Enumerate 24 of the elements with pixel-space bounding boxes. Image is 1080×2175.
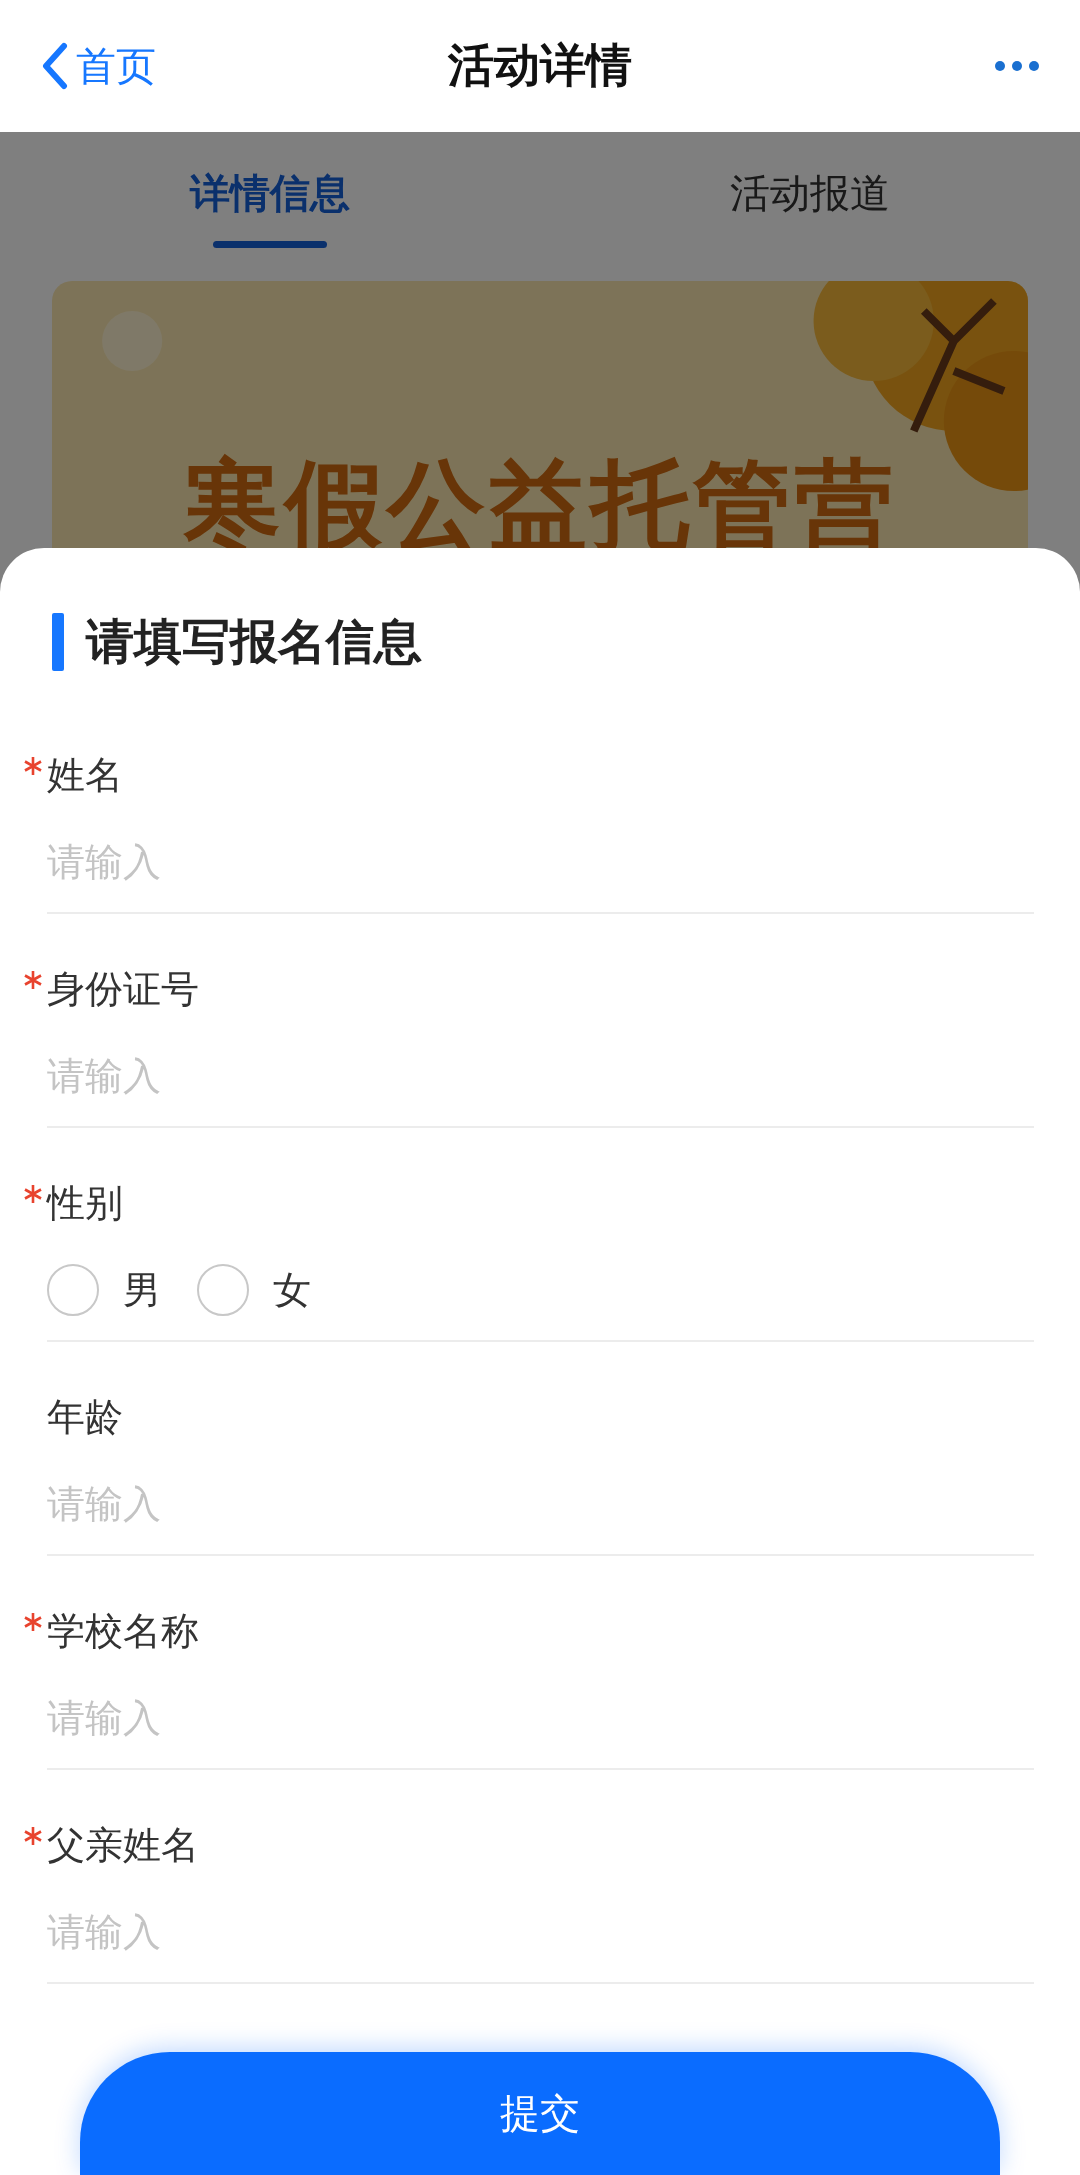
radio-option[interactable]: 男 [47, 1264, 161, 1316]
more-icon[interactable] [994, 60, 1040, 72]
field-label: 父亲姓名 [47, 1822, 199, 1868]
input-field[interactable]: 请输入 [47, 1908, 1034, 1956]
page-title: 活动详情 [448, 38, 632, 92]
field-label: 学校名称 [47, 1608, 199, 1654]
input-field[interactable]: 请输入 [47, 1480, 1034, 1528]
chevron-left-icon [40, 42, 70, 90]
tab[interactable]: 详情信息 [0, 132, 540, 263]
form-title: 请填写报名信息 [86, 612, 422, 671]
accent-bar [52, 613, 64, 671]
input-field[interactable]: 请输入 [47, 838, 1034, 886]
radio-option[interactable]: 女 [197, 1264, 311, 1316]
tab[interactable]: 活动报道 [540, 132, 1080, 263]
field-label: 姓名 [47, 752, 123, 798]
submit-button[interactable]: 提交 [80, 2052, 1000, 2175]
input-field[interactable]: 请输入 [47, 1694, 1034, 1742]
field-label: 性别 [47, 1180, 123, 1226]
field-label: 身份证号 [47, 966, 199, 1012]
field-label: 年龄 [47, 1394, 123, 1440]
radio-button[interactable] [47, 1264, 99, 1316]
input-field[interactable]: 请输入 [47, 1052, 1034, 1100]
radio-button[interactable] [197, 1264, 249, 1316]
back-button[interactable]: 首页 [40, 38, 156, 94]
